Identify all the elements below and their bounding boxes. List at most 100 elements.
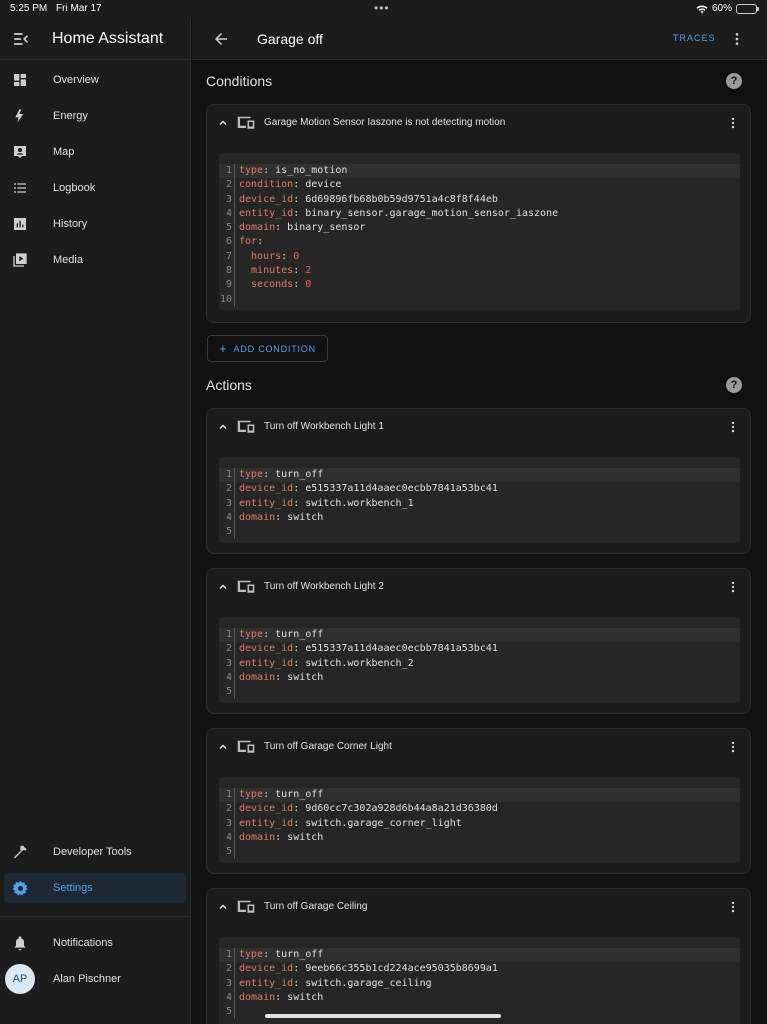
action-card: Turn off Workbench Light 1 1 type: turn_o… [206,408,751,554]
code-line[interactable]: 5 [219,685,740,700]
code-line[interactable]: 6 for: [219,235,740,250]
sidebar-item-media[interactable]: Media [0,245,191,275]
yaml-key: entity_id [239,657,294,669]
code-line[interactable]: 2 device_id: e515337a11d4aaec0ecbb7841a53… [219,482,740,497]
sidebar-item-user[interactable]: AP Alan Pischner [0,964,191,994]
code-line[interactable]: 3 entity_id: switch.workbench_1 [219,496,740,511]
card-header[interactable]: Turn off Workbench Light 2 [207,569,750,605]
sidebar-item-energy[interactable]: Energy [0,101,191,131]
chevron-up-icon[interactable] [217,741,229,753]
sidebar-item-developer-tools[interactable]: Developer Tools [0,837,191,867]
sidebar-item-label: Media [53,254,83,266]
code-line[interactable]: 1 type: turn_off [219,468,740,483]
code-line[interactable]: 3 entity_id: switch.workbench_2 [219,656,740,671]
add-condition-button[interactable]: + ADD CONDITION [207,335,328,362]
traces-button[interactable]: TRACES [673,33,716,43]
line-number: 3 [219,656,235,671]
code-line[interactable]: 4 domain: switch [219,990,740,1006]
yaml-key: device_id [239,483,294,495]
line-number: 3 [219,976,235,991]
sidebar-item-settings[interactable]: Settings [4,873,186,903]
more-vertical-icon[interactable] [726,579,740,595]
yaml-key: entity_id [239,817,294,829]
code-text: device_id: 9eeb66c355b1cd224ace95035b869… [239,963,498,975]
code-text: hours: 0 [239,250,300,262]
code-line[interactable]: 2 device_id: e515337a11d4aaec0ecbb7841a53… [219,642,740,657]
avatar[interactable]: AP [5,964,35,994]
more-vertical-icon[interactable] [726,419,740,435]
help-icon[interactable]: ? [726,377,742,393]
code-line[interactable]: 5 [219,525,740,540]
code-line[interactable]: 10 [219,292,740,307]
yaml-editor[interactable]: 1 type: turn_off 2 device_id: e515337a11d4a… [219,457,740,543]
line-number: 4 [219,830,235,846]
app-title: Home Assistant [52,29,164,47]
status-right: 60% [696,3,759,14]
chevron-up-icon[interactable] [217,117,229,129]
chevron-up-icon[interactable] [217,901,229,913]
chart-box-icon [11,215,29,233]
yaml-value: switch [287,511,324,523]
yaml-value: switch.garage_corner_light [305,817,462,829]
sidebar-item-history[interactable]: History [0,209,191,239]
dashboard-icon [11,71,29,89]
page-title: Garage off [257,31,323,47]
code-line[interactable]: 9 seconds: 0 [219,278,740,293]
code-line[interactable]: 3 entity_id: switch.garage_ceiling [219,976,740,991]
user-name: Alan Pischner [53,973,121,985]
yaml-key: entity_id [239,207,294,219]
code-line[interactable]: 5 domain: binary_sensor [219,221,740,236]
yaml-key: type [239,165,264,176]
yaml-key: domain [239,991,276,1003]
lightning-bolt-icon [11,107,29,125]
card-header[interactable]: Turn off Workbench Light 1 [207,409,750,445]
line-number: 5 [219,685,235,700]
yaml-value: e515337a11d4aaec0ecbb7841a53bc41 [305,643,498,655]
code-text: device_id: 9d60cc7c302a928d6b44a8a21d363… [239,803,498,815]
code-line[interactable]: 8 minutes: 2 [219,264,740,279]
menu-collapse-icon[interactable] [10,29,30,49]
code-line[interactable]: 3 device_id: 6d69896fb68b0b59d9751a4c8f8f… [219,192,740,207]
code-text: condition: device [239,179,342,191]
yaml-value: 6d69896fb68b0b59d9751a4c8f8f44eb [305,193,498,205]
multitasking-dots-icon[interactable]: ••• [374,1,390,15]
more-vertical-icon[interactable] [726,115,740,131]
chevron-up-icon[interactable] [217,421,229,433]
yaml-editor[interactable]: 1 type: turn_off 2 device_id: 9eeb66c355b1c… [219,937,740,1024]
yaml-key: device_id [239,963,294,975]
code-line[interactable]: 3 entity_id: switch.garage_corner_light [219,816,740,831]
yaml-value: turn_off [275,789,324,800]
code-line[interactable]: 1 type: turn_off [219,788,740,803]
sidebar-item-notifications[interactable]: Notifications [0,928,191,958]
code-line[interactable]: 1 type: turn_off [219,948,740,963]
sidebar-item-map[interactable]: Map [0,137,191,167]
card-header[interactable]: Turn off Garage Ceiling [207,889,750,925]
code-line[interactable]: 2 condition: device [219,178,740,193]
code-line[interactable]: 7 hours: 0 [219,249,740,265]
yaml-key: domain [239,831,276,843]
code-line[interactable]: 4 domain: switch [219,510,740,526]
code-line[interactable]: 1 type: is_no_motion [219,164,740,179]
code-line[interactable]: 2 device_id: 9d60cc7c302a928d6b44a8a21d36… [219,802,740,817]
yaml-editor[interactable]: 1 type: turn_off 2 device_id: e515337a11d4a… [219,617,740,703]
more-vertical-icon[interactable] [726,899,740,915]
code-line[interactable]: 4 domain: switch [219,670,740,686]
yaml-editor[interactable]: 1 type: turn_off 2 device_id: 9d60cc7c302a9… [219,777,740,863]
help-icon[interactable]: ? [726,73,742,89]
code-line[interactable]: 5 [219,845,740,860]
yaml-editor[interactable]: 1 type: is_no_motion 2 condition: device 3 de… [219,153,740,310]
sidebar-item-logbook[interactable]: Logbook [0,173,191,203]
code-line[interactable]: 4 domain: switch [219,830,740,846]
code-line[interactable]: 2 device_id: 9eeb66c355b1cd224ace95035b86… [219,962,740,977]
home-indicator[interactable] [265,1014,501,1018]
card-header[interactable]: Garage Motion Sensor Iaszone is not dete… [207,105,750,141]
more-vertical-icon[interactable] [729,30,745,48]
chevron-up-icon[interactable] [217,581,229,593]
back-arrow-icon[interactable] [212,30,230,48]
more-vertical-icon[interactable] [726,739,740,755]
code-line[interactable]: 1 type: turn_off [219,628,740,643]
code-line[interactable]: 4 entity_id: binary_sensor.garage_motion_… [219,206,740,222]
sidebar-item-overview[interactable]: Overview [0,65,191,95]
card-header[interactable]: Turn off Garage Corner Light [207,729,750,765]
